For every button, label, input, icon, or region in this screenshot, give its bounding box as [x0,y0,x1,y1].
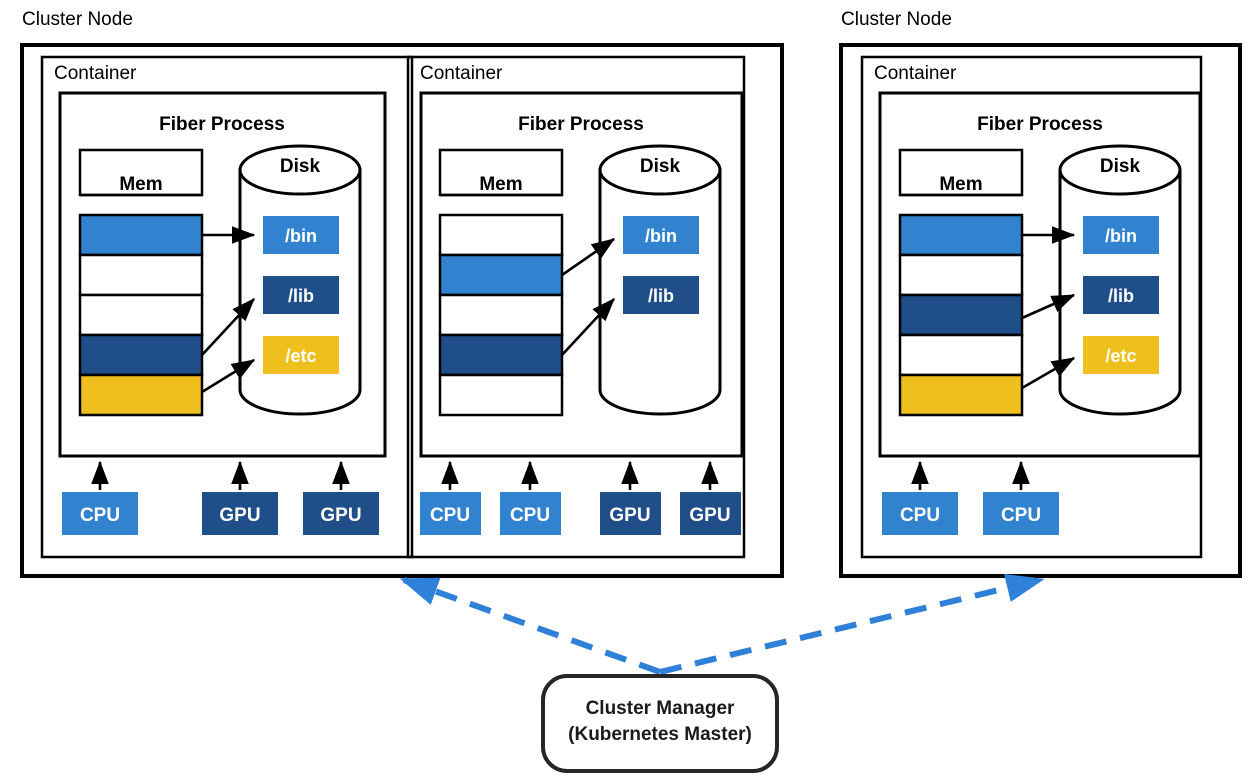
disk-2-title: Disk [640,156,681,177]
cluster-manager-line1: Cluster Manager [586,698,735,719]
architecture-diagram: Cluster Node Container Fiber Process Mem [20,9,1242,773]
container-2: Container Fiber Process Mem Disk /bin /l… [406,55,746,559]
disk-1-file-1-label: /lib [288,286,314,306]
cluster-manager-line2: (Kubernetes Master) [568,724,752,745]
device-gpu-1-2-label: GPU [219,505,260,526]
fiber-process-1-title: Fiber Process [159,114,285,135]
mem-3-cell-0 [898,213,1024,257]
mem-2-cell-0 [438,213,564,257]
container-2-label: Container [420,63,503,84]
device-cpu-1-1-label: CPU [80,505,120,526]
disk-1: Disk /bin /lib /etc [238,144,362,416]
disk-3-file-1-label: /lib [1108,286,1134,306]
device-cpu-3-2-label: CPU [1001,505,1041,526]
disk-1-file-0-label: /bin [285,226,317,246]
cluster-node-1: Cluster Node Container Fiber Process Mem [20,9,784,578]
disk-2-file-0-label: /bin [645,226,677,246]
disk-3-title: Disk [1100,156,1141,177]
disk-3-file-0-label: /bin [1105,226,1137,246]
mem-3-cell-3 [898,333,1024,377]
mem-2-cell-1 [438,253,564,297]
container-3: Container Fiber Process Mem Disk /bin /l… [860,55,1203,559]
mem-1-cell-1 [78,253,204,297]
mem-1: Mem [78,148,204,417]
mem-2-cell-2 [438,293,564,337]
disk-2: Disk /bin /lib [598,144,722,416]
mem-1-cell-2 [78,293,204,337]
cluster-manager-links [399,573,1045,675]
cluster-node-1-label: Cluster Node [22,9,133,30]
mem-3-cell-4 [898,373,1024,417]
fiber-process-2: Fiber Process Mem Disk /bin /lib [419,91,744,458]
device-gpu-2-3-label: GPU [609,505,650,526]
device-cpu-2-2-label: CPU [510,505,550,526]
device-cpu-2-1-label: CPU [430,505,470,526]
cluster-node-2: Cluster Node Container Fiber Process Mem [839,9,1242,578]
fiber-process-1: Fiber Process Mem Disk /bin /lib /etc [58,91,387,458]
mem-3-title: Mem [939,174,982,195]
mem-3: Mem [898,148,1024,417]
disk-1-title: Disk [280,156,321,177]
disk-3: Disk /bin /lib /etc [1058,144,1182,416]
container-1: Container Fiber Process Mem Disk /bin /l… [40,55,414,559]
mem-2: Mem [438,148,564,417]
disk-1-file-2-label: /etc [285,346,316,366]
cluster-node-2-label: Cluster Node [841,9,952,30]
mem-2-title: Mem [479,174,522,195]
device-gpu-2-4-label: GPU [689,505,730,526]
devices-container-3: CPU CPU [882,460,1059,535]
mem-3-cell-2 [898,293,1024,337]
container-3-label: Container [874,63,957,84]
manager-link-right [659,573,1045,675]
mem-2-cell-4 [438,373,564,417]
cluster-manager[interactable]: Cluster Manager (Kubernetes Master) [541,674,779,773]
fiber-process-3-title: Fiber Process [977,114,1103,135]
mem-1-cell-3 [78,333,204,377]
manager-link-left [399,577,662,675]
fiber-process-3: Fiber Process Mem Disk /bin /lib /etc [878,91,1202,458]
diagram-canvas: Cluster Node Container Fiber Process Mem [0,0,1258,784]
mem-3-cell-1 [898,253,1024,297]
mem-1-cell-4 [78,373,204,417]
devices-container-1: CPU GPU GPU [62,460,379,535]
devices-container-2: CPU CPU GPU GPU [420,460,741,535]
container-1-label: Container [54,63,137,84]
disk-3-file-2-label: /etc [1105,346,1136,366]
device-gpu-1-3-label: GPU [320,505,361,526]
device-cpu-3-1-label: CPU [900,505,940,526]
disk-2-file-1-label: /lib [648,286,674,306]
mem-1-cell-0 [78,213,204,257]
fiber-process-2-title: Fiber Process [518,114,644,135]
mem-1-title: Mem [119,174,162,195]
mem-2-cell-3 [438,333,564,377]
